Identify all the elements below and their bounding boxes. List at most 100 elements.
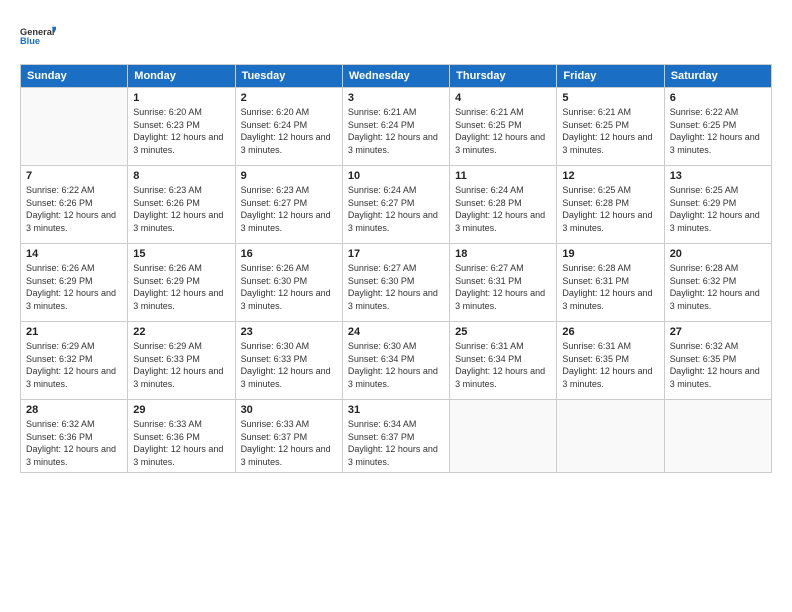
day-number: 24 xyxy=(348,326,444,338)
calendar-weekday-friday: Friday xyxy=(557,65,664,88)
day-info: Sunrise: 6:25 AM Sunset: 6:29 PM Dayligh… xyxy=(670,184,766,234)
calendar-weekday-saturday: Saturday xyxy=(664,65,771,88)
day-info: Sunrise: 6:23 AM Sunset: 6:26 PM Dayligh… xyxy=(133,184,229,234)
day-info: Sunrise: 6:21 AM Sunset: 6:24 PM Dayligh… xyxy=(348,106,444,156)
calendar-weekday-monday: Monday xyxy=(128,65,235,88)
day-info: Sunrise: 6:30 AM Sunset: 6:34 PM Dayligh… xyxy=(348,340,444,390)
day-number: 18 xyxy=(455,248,551,260)
calendar-table: SundayMondayTuesdayWednesdayThursdayFrid… xyxy=(20,64,772,473)
day-number: 12 xyxy=(562,170,658,182)
calendar-week-row: 1 Sunrise: 6:20 AM Sunset: 6:23 PM Dayli… xyxy=(21,88,772,166)
day-info: Sunrise: 6:32 AM Sunset: 6:35 PM Dayligh… xyxy=(670,340,766,390)
calendar-week-row: 7 Sunrise: 6:22 AM Sunset: 6:26 PM Dayli… xyxy=(21,166,772,244)
day-number: 3 xyxy=(348,92,444,104)
calendar-day-cell xyxy=(21,88,128,166)
calendar-header-row: SundayMondayTuesdayWednesdayThursdayFrid… xyxy=(21,65,772,88)
day-number: 11 xyxy=(455,170,551,182)
day-number: 7 xyxy=(26,170,122,182)
calendar-day-cell: 5 Sunrise: 6:21 AM Sunset: 6:25 PM Dayli… xyxy=(557,88,664,166)
day-number: 23 xyxy=(241,326,337,338)
day-info: Sunrise: 6:21 AM Sunset: 6:25 PM Dayligh… xyxy=(562,106,658,156)
calendar-day-cell xyxy=(664,400,771,473)
day-number: 31 xyxy=(348,404,444,416)
calendar-day-cell: 8 Sunrise: 6:23 AM Sunset: 6:26 PM Dayli… xyxy=(128,166,235,244)
day-info: Sunrise: 6:23 AM Sunset: 6:27 PM Dayligh… xyxy=(241,184,337,234)
calendar-day-cell: 1 Sunrise: 6:20 AM Sunset: 6:23 PM Dayli… xyxy=(128,88,235,166)
calendar-day-cell: 20 Sunrise: 6:28 AM Sunset: 6:32 PM Dayl… xyxy=(664,244,771,322)
day-info: Sunrise: 6:34 AM Sunset: 6:37 PM Dayligh… xyxy=(348,418,444,468)
day-number: 5 xyxy=(562,92,658,104)
page: General Blue SundayMondayTuesdayWednesda… xyxy=(0,0,792,612)
day-number: 28 xyxy=(26,404,122,416)
calendar-week-row: 14 Sunrise: 6:26 AM Sunset: 6:29 PM Dayl… xyxy=(21,244,772,322)
calendar-day-cell: 3 Sunrise: 6:21 AM Sunset: 6:24 PM Dayli… xyxy=(342,88,449,166)
logo: General Blue xyxy=(20,18,56,54)
calendar-day-cell: 29 Sunrise: 6:33 AM Sunset: 6:36 PM Dayl… xyxy=(128,400,235,473)
calendar-weekday-wednesday: Wednesday xyxy=(342,65,449,88)
calendar-weekday-thursday: Thursday xyxy=(450,65,557,88)
calendar-day-cell: 10 Sunrise: 6:24 AM Sunset: 6:27 PM Dayl… xyxy=(342,166,449,244)
day-info: Sunrise: 6:26 AM Sunset: 6:29 PM Dayligh… xyxy=(26,262,122,312)
day-info: Sunrise: 6:28 AM Sunset: 6:32 PM Dayligh… xyxy=(670,262,766,312)
day-number: 15 xyxy=(133,248,229,260)
svg-text:General: General xyxy=(20,27,54,37)
day-info: Sunrise: 6:25 AM Sunset: 6:28 PM Dayligh… xyxy=(562,184,658,234)
day-info: Sunrise: 6:31 AM Sunset: 6:35 PM Dayligh… xyxy=(562,340,658,390)
day-number: 8 xyxy=(133,170,229,182)
calendar-day-cell: 18 Sunrise: 6:27 AM Sunset: 6:31 PM Dayl… xyxy=(450,244,557,322)
day-info: Sunrise: 6:28 AM Sunset: 6:31 PM Dayligh… xyxy=(562,262,658,312)
calendar-weekday-tuesday: Tuesday xyxy=(235,65,342,88)
calendar-day-cell: 27 Sunrise: 6:32 AM Sunset: 6:35 PM Dayl… xyxy=(664,322,771,400)
day-number: 19 xyxy=(562,248,658,260)
calendar-day-cell: 30 Sunrise: 6:33 AM Sunset: 6:37 PM Dayl… xyxy=(235,400,342,473)
logo-svg: General Blue xyxy=(20,18,56,54)
day-number: 27 xyxy=(670,326,766,338)
calendar-weekday-sunday: Sunday xyxy=(21,65,128,88)
calendar-week-row: 21 Sunrise: 6:29 AM Sunset: 6:32 PM Dayl… xyxy=(21,322,772,400)
day-number: 6 xyxy=(670,92,766,104)
day-number: 17 xyxy=(348,248,444,260)
calendar-week-row: 28 Sunrise: 6:32 AM Sunset: 6:36 PM Dayl… xyxy=(21,400,772,473)
day-info: Sunrise: 6:32 AM Sunset: 6:36 PM Dayligh… xyxy=(26,418,122,468)
day-info: Sunrise: 6:27 AM Sunset: 6:31 PM Dayligh… xyxy=(455,262,551,312)
day-info: Sunrise: 6:27 AM Sunset: 6:30 PM Dayligh… xyxy=(348,262,444,312)
day-info: Sunrise: 6:20 AM Sunset: 6:23 PM Dayligh… xyxy=(133,106,229,156)
day-number: 22 xyxy=(133,326,229,338)
day-number: 25 xyxy=(455,326,551,338)
calendar-day-cell: 22 Sunrise: 6:29 AM Sunset: 6:33 PM Dayl… xyxy=(128,322,235,400)
header: General Blue xyxy=(20,18,772,54)
day-info: Sunrise: 6:26 AM Sunset: 6:29 PM Dayligh… xyxy=(133,262,229,312)
day-info: Sunrise: 6:33 AM Sunset: 6:36 PM Dayligh… xyxy=(133,418,229,468)
calendar-day-cell: 13 Sunrise: 6:25 AM Sunset: 6:29 PM Dayl… xyxy=(664,166,771,244)
calendar-day-cell: 19 Sunrise: 6:28 AM Sunset: 6:31 PM Dayl… xyxy=(557,244,664,322)
calendar-day-cell: 15 Sunrise: 6:26 AM Sunset: 6:29 PM Dayl… xyxy=(128,244,235,322)
day-info: Sunrise: 6:26 AM Sunset: 6:30 PM Dayligh… xyxy=(241,262,337,312)
calendar-day-cell: 6 Sunrise: 6:22 AM Sunset: 6:25 PM Dayli… xyxy=(664,88,771,166)
calendar-day-cell: 12 Sunrise: 6:25 AM Sunset: 6:28 PM Dayl… xyxy=(557,166,664,244)
day-number: 1 xyxy=(133,92,229,104)
day-info: Sunrise: 6:29 AM Sunset: 6:32 PM Dayligh… xyxy=(26,340,122,390)
day-info: Sunrise: 6:31 AM Sunset: 6:34 PM Dayligh… xyxy=(455,340,551,390)
calendar-day-cell: 31 Sunrise: 6:34 AM Sunset: 6:37 PM Dayl… xyxy=(342,400,449,473)
day-info: Sunrise: 6:24 AM Sunset: 6:28 PM Dayligh… xyxy=(455,184,551,234)
svg-text:Blue: Blue xyxy=(20,36,40,46)
calendar-day-cell: 14 Sunrise: 6:26 AM Sunset: 6:29 PM Dayl… xyxy=(21,244,128,322)
day-number: 10 xyxy=(348,170,444,182)
day-info: Sunrise: 6:33 AM Sunset: 6:37 PM Dayligh… xyxy=(241,418,337,468)
day-number: 2 xyxy=(241,92,337,104)
day-info: Sunrise: 6:22 AM Sunset: 6:26 PM Dayligh… xyxy=(26,184,122,234)
calendar-day-cell: 26 Sunrise: 6:31 AM Sunset: 6:35 PM Dayl… xyxy=(557,322,664,400)
day-info: Sunrise: 6:24 AM Sunset: 6:27 PM Dayligh… xyxy=(348,184,444,234)
day-number: 30 xyxy=(241,404,337,416)
day-number: 9 xyxy=(241,170,337,182)
calendar-day-cell: 7 Sunrise: 6:22 AM Sunset: 6:26 PM Dayli… xyxy=(21,166,128,244)
calendar-day-cell: 21 Sunrise: 6:29 AM Sunset: 6:32 PM Dayl… xyxy=(21,322,128,400)
calendar-day-cell: 28 Sunrise: 6:32 AM Sunset: 6:36 PM Dayl… xyxy=(21,400,128,473)
calendar-day-cell: 11 Sunrise: 6:24 AM Sunset: 6:28 PM Dayl… xyxy=(450,166,557,244)
day-info: Sunrise: 6:21 AM Sunset: 6:25 PM Dayligh… xyxy=(455,106,551,156)
day-number: 16 xyxy=(241,248,337,260)
day-number: 21 xyxy=(26,326,122,338)
day-number: 20 xyxy=(670,248,766,260)
day-number: 14 xyxy=(26,248,122,260)
day-number: 4 xyxy=(455,92,551,104)
